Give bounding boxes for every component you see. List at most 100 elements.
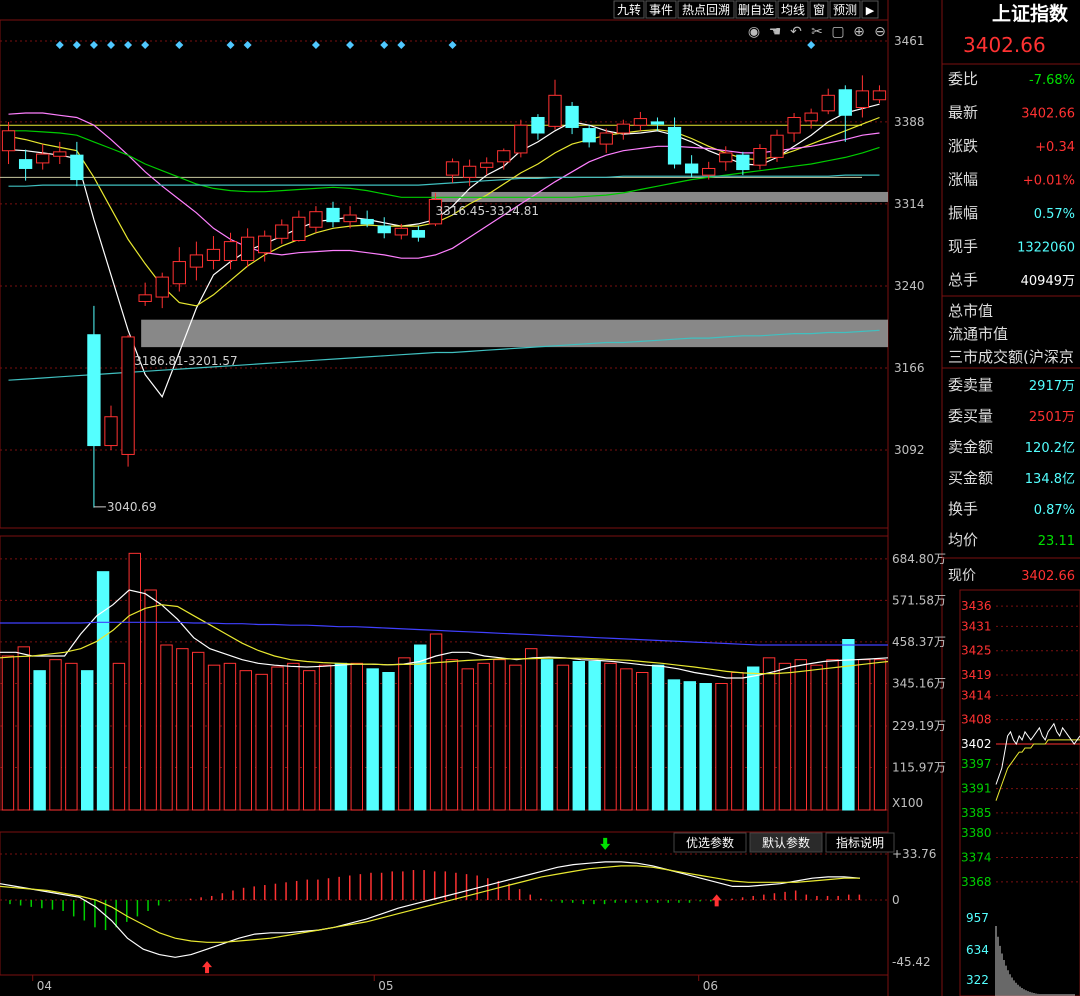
candle-body [377,225,391,234]
volume-bar [525,648,538,811]
quote-label: 现手 [948,238,978,256]
intraday-tick-label: 3380 [961,826,992,840]
volume-bar [731,672,744,811]
candle-body [394,227,408,236]
intraday-tick-label: 3414 [961,688,992,702]
candle-body [309,211,323,228]
quote-label: 振幅 [948,204,978,222]
volume-bar [49,659,62,811]
candle-body [821,94,835,112]
volume-bar [556,664,570,811]
order-value: 134.8亿 [1025,472,1075,487]
volume-bar [303,670,316,811]
hand-icon[interactable]: ☚ [769,24,782,40]
order-label: 卖金额 [948,438,993,456]
volume-bar [223,662,237,811]
candle-body [650,121,665,125]
scissors-icon[interactable]: ✂ [811,24,823,40]
quote-value: 40949万 [1021,274,1075,289]
volume-bar [239,670,252,811]
order-value: 0.87% [1034,503,1075,518]
candle-body [206,248,221,261]
volume-bar [715,683,728,811]
market-stat-label: 流通市值 [948,325,1008,343]
indicator-tab-label[interactable]: 默认参数 [762,835,810,850]
price-tick-label: 3166 [894,361,925,375]
intraday-tick-label: 3385 [961,806,992,820]
order-label: 委卖量 [948,376,993,394]
quote-value: -7.68% [1029,73,1075,88]
candle-body [275,224,289,239]
candle-body [258,235,272,254]
undo-icon[interactable]: ↶ [790,24,802,40]
quote-value: 0.57% [1034,207,1075,222]
volume-bar [493,659,506,811]
top-toolbar: 九转 事件 热点回溯 删自选 均线窗预测 ▶ [612,0,892,19]
candle-body [753,148,767,166]
quote-value: +0.01% [1023,174,1075,189]
candle-body [155,276,169,298]
toolbar-button-label[interactable]: 预测 [833,3,857,17]
intraday-volume-label: 322 [966,973,989,987]
candle-body [804,112,818,122]
candle-body [480,162,494,168]
intraday-tick-label: 3436 [961,599,992,613]
candle-body [684,163,699,174]
candle-body [223,241,238,261]
volume-bar [747,666,760,811]
candle-body [582,128,596,143]
volume-bar [778,662,792,811]
intraday-volume-label: 957 [966,911,989,925]
volume-bar [255,673,268,811]
volume-bar [334,662,348,811]
candle-body [360,218,374,225]
indicator-tab-label[interactable]: 优选参数 [686,835,734,850]
support-zone-band [141,319,889,348]
volume-bar [683,681,696,811]
expand-arrow-icon[interactable]: ▶ [866,4,875,17]
candle-body [667,126,682,165]
toolbar-button-label[interactable]: 热点回溯 [682,2,730,17]
volume-bar [461,668,474,811]
eye-icon[interactable]: ◉ [748,24,760,40]
toolbar-button-label[interactable]: 删自选 [738,3,774,17]
candle-body [736,154,750,171]
zoom-in-icon[interactable]: ⊕ [853,24,865,40]
candle-body [616,123,630,134]
volume-bar [540,659,554,811]
intraday-tick-label: 3431 [961,619,992,633]
low-price-label: 3040.69 [107,500,157,514]
order-value: 2917万 [1029,379,1075,394]
volume-tick-label: 458.37万 [892,635,946,649]
volume-bar [382,672,395,811]
volume-bar [318,664,332,811]
intraday-tick-label: 3408 [961,713,992,727]
quote-label: 涨幅 [948,171,978,189]
indicator-tabs: 优选参数 默认参数 指标说明 [673,832,895,853]
square-icon[interactable]: ▢ [831,24,844,40]
candle-body [770,134,784,158]
volume-tick-label: 115.97万 [892,760,946,774]
candle-body [292,216,306,242]
candle-body [633,118,648,126]
toolbar-button-label[interactable]: 均线 [781,3,805,17]
zone-label-upper: 3316.45-3324.81 [435,204,539,218]
intraday-tick-label: 3397 [961,757,992,771]
indicator-tab-label[interactable]: 指标说明 [836,835,884,850]
toolbar-button-label[interactable]: 事件 [649,3,673,17]
volume-bar [572,661,585,811]
quote-label: 最新 [948,104,978,122]
toolbar-button-label[interactable]: 窗 [813,3,825,17]
toolbar-button-label[interactable]: 九转 [617,2,641,17]
candle-body [548,94,562,127]
order-label: 买金额 [948,469,993,487]
candle-body [326,207,340,223]
volume-bar [17,646,30,811]
volume-bar [810,664,823,811]
zoom-out-icon[interactable]: ⊖ [874,24,886,40]
volume-bar [762,657,776,811]
indicator-tick-label: +33.76 [892,847,936,861]
chart-canvas: 九转 事件 热点回溯 删自选 均线窗预测 ▶ 3461 3388 3314 3240 3166 30… [0,0,1080,996]
candle-body [514,124,528,154]
quote-value: 3402.66 [1021,107,1075,122]
